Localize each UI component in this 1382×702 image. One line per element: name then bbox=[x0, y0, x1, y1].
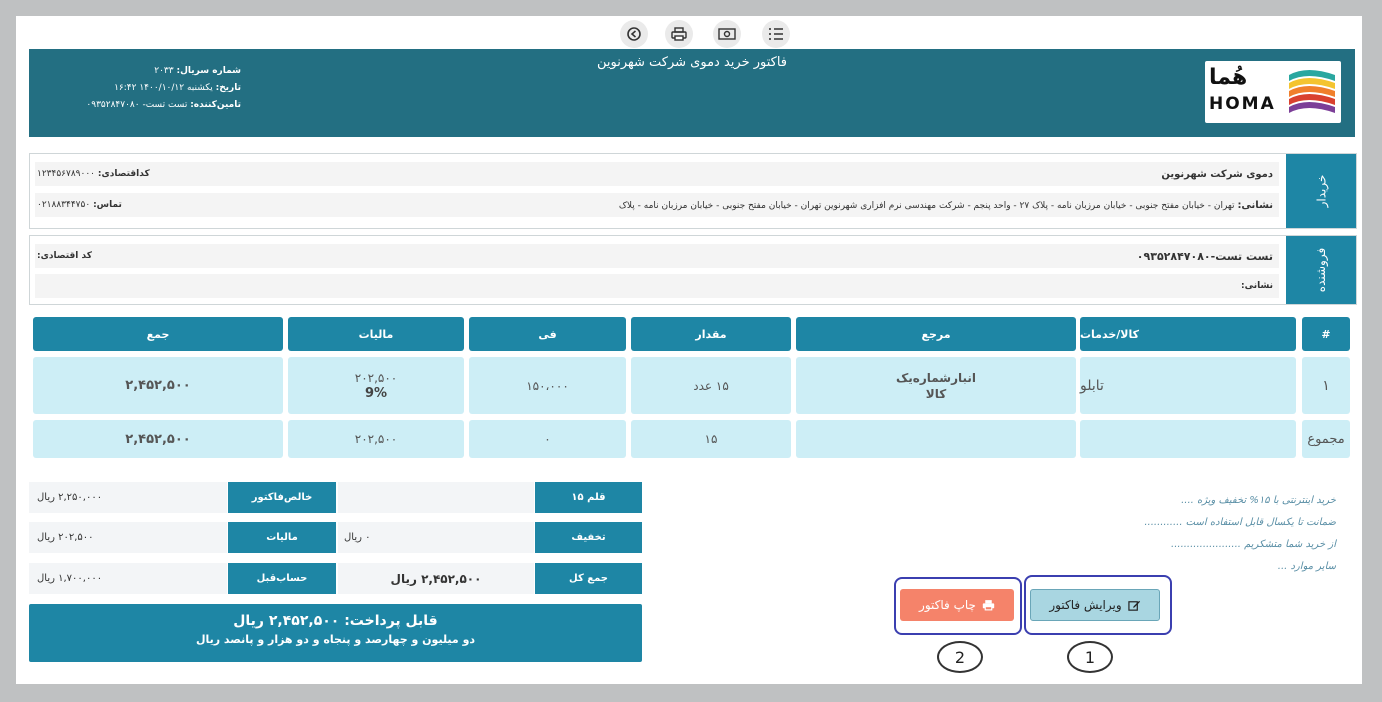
prev-value: ۱,۷۰۰,۰۰۰ ریال bbox=[29, 563, 227, 594]
buyer-econ-code-value: ۱۲۳۴۵۶۷۸۹۰۰۰ bbox=[37, 169, 96, 179]
print-icon bbox=[982, 600, 995, 611]
col-ref-header: مرجع bbox=[796, 317, 1076, 351]
print-invoice-label: چاپ فاکتور bbox=[919, 598, 976, 612]
col-price-header: فی bbox=[469, 317, 626, 351]
seller-side-text: فروشنده bbox=[1313, 247, 1328, 293]
serial-value: ۲۰۳۳ bbox=[154, 66, 174, 76]
company-logo: هُما HOMA bbox=[1205, 61, 1341, 123]
seller-side-label: فروشنده bbox=[1286, 236, 1356, 304]
row-price: ۱۵۰،۰۰۰ bbox=[469, 357, 626, 414]
print-toolbar-button[interactable] bbox=[665, 20, 693, 48]
logo-text-fa: هُما bbox=[1209, 65, 1248, 90]
invoice-meta: شماره سریال: ۲۰۳۳ تاریخ: یکشنبه ۱۴۰۰/۱۰/… bbox=[41, 63, 241, 114]
tax-label: مالیات bbox=[228, 522, 336, 553]
date-label: تاریخ: bbox=[215, 83, 241, 93]
seller-name: تست تست-۰۹۳۵۲۸۴۷۰۸۰ bbox=[1136, 249, 1273, 263]
row-qty: ۱۵ عدد bbox=[631, 357, 791, 414]
row-ref: انبارشماره‌یک کالا bbox=[796, 357, 1076, 414]
buyer-econ-code: کداقتصادی: ۱۲۳۴۵۶۷۸۹۰۰۰ bbox=[37, 169, 150, 179]
col-item-header: کالا/خدمات bbox=[1080, 317, 1296, 351]
list-icon bbox=[769, 28, 783, 40]
sum-price: ۰ bbox=[469, 420, 626, 458]
logo-text-en: HOMA bbox=[1209, 94, 1276, 114]
back-button[interactable] bbox=[620, 20, 648, 48]
buyer-address-label: نشانی: bbox=[1237, 199, 1273, 211]
col-tax-header: مالیات bbox=[288, 317, 464, 351]
date-value: یکشنبه ۱۴۰۰/۱۰/۱۲ ۱۶:۴۲ bbox=[114, 83, 213, 93]
col-num-header: # bbox=[1302, 317, 1350, 351]
sum-item-empty bbox=[1080, 420, 1296, 458]
net-value: ۲,۲۵۰,۰۰۰ ریال bbox=[29, 482, 227, 513]
discount-value: ۰ ریال bbox=[338, 522, 534, 553]
callout-1: 1 bbox=[1067, 641, 1113, 673]
col-total-header: جمع bbox=[33, 317, 283, 351]
payable-box: قابل پرداخت: ۲,۴۵۲,۵۰۰ ریال دو میلیون و … bbox=[29, 604, 642, 662]
print-icon bbox=[671, 27, 687, 41]
supplier-value: تست تست- ۰۹۳۵۲۸۴۷۰۸۰ bbox=[86, 100, 188, 110]
seller-econ-code-label: کد اقتصادی: bbox=[37, 251, 92, 261]
payment-button[interactable] bbox=[713, 20, 741, 48]
logo-wave-icon bbox=[1289, 70, 1335, 113]
buyer-phone-value: ۰۲۱۸۸۳۴۴۷۵۰ bbox=[37, 200, 91, 210]
print-invoice-button[interactable]: چاپ فاکتور bbox=[900, 589, 1014, 621]
row-item-text: تابلو bbox=[1080, 377, 1104, 394]
row-tax-percent: 9% bbox=[364, 385, 388, 401]
sum-total: ۲,۴۵۲,۵۰۰ bbox=[33, 420, 283, 458]
serial-label: شماره سریال: bbox=[176, 66, 241, 76]
row-num: ۱ bbox=[1302, 357, 1350, 414]
seller-row-1: تست تست-۰۹۳۵۲۸۴۷۰۸۰ کد اقتصادی: bbox=[35, 244, 1279, 268]
col-qty-header: مقدار bbox=[631, 317, 791, 351]
items-count: ۱۵ قلم bbox=[535, 482, 642, 513]
prev-label: حساب‌قبل bbox=[228, 563, 336, 594]
buyer-name: دموی شرکت شهرنوین bbox=[1161, 168, 1273, 180]
buyer-address: نشانی: تهران - خیابان مفتح جنوبی - خیابا… bbox=[619, 200, 1273, 211]
payable-words: دو میلیون و چهارصد و پنجاه و دو هزار و پ… bbox=[195, 633, 476, 646]
supplier-label: تامین‌کننده: bbox=[190, 100, 241, 110]
discount-label: تخفیف bbox=[535, 522, 642, 553]
buyer-row-2: نشانی: تهران - خیابان مفتح جنوبی - خیابا… bbox=[35, 193, 1279, 217]
grand-value: ۲,۴۵۲,۵۰۰ ریال bbox=[338, 563, 534, 594]
note-item: سایر موارد ... bbox=[1277, 561, 1336, 572]
row-tax-amount: ۲۰۲,۵۰۰ bbox=[354, 370, 398, 385]
payable-amount: قابل پرداخت: ۲,۴۵۲,۵۰۰ ریال bbox=[233, 613, 438, 629]
note-item: از خرید شما متشکریم ....................… bbox=[1171, 539, 1336, 550]
sum-label: مجموع bbox=[1302, 420, 1350, 458]
edit-invoice-label: ویرایش فاکتور bbox=[1049, 598, 1122, 612]
money-icon bbox=[718, 28, 736, 40]
note-item: خرید اینترنتی با ۱۵% تخفیف ویژه .... bbox=[1181, 495, 1336, 506]
buyer-address-value: تهران - خیابان مفتح جنوبی - خیابان مرزبا… bbox=[618, 200, 1235, 211]
seller-box: فروشنده تست تست-۰۹۳۵۲۸۴۷۰۸۰ کد اقتصادی: … bbox=[29, 235, 1357, 305]
buyer-econ-code-label: کداقتصادی: bbox=[97, 169, 150, 179]
invoice-header: فاکتور خرید دموی شرکت شهرنوین شماره سریا… bbox=[29, 49, 1355, 137]
invoice-page: فاکتور خرید دموی شرکت شهرنوین شماره سریا… bbox=[16, 16, 1362, 684]
sum-qty: ۱۵ bbox=[631, 420, 791, 458]
buyer-box: خریدار دموی شرکت شهرنوین کداقتصادی: ۱۲۳۴… bbox=[29, 153, 1357, 229]
callout-2: 2 bbox=[937, 641, 983, 673]
row-ref-warehouse: انبارشماره‌یک bbox=[895, 370, 977, 385]
buyer-row-1: دموی شرکت شهرنوین کداقتصادی: ۱۲۳۴۵۶۷۸۹۰۰… bbox=[35, 162, 1279, 186]
buyer-phone: تماس: ۰۲۱۸۸۳۴۴۷۵۰ bbox=[37, 200, 122, 210]
grand-label: جمع کل bbox=[535, 563, 642, 594]
seller-row-2: نشانی: bbox=[35, 274, 1279, 298]
edit-icon bbox=[1127, 600, 1140, 611]
net-label: خالص‌فاکتور bbox=[228, 482, 336, 513]
invoice-notes: خرید اینترنتی با ۱۵% تخفیف ویژه .... ضما… bbox=[716, 490, 1336, 578]
sum-tax: ۲۰۲,۵۰۰ bbox=[288, 420, 464, 458]
sum-ref-empty bbox=[796, 420, 1076, 458]
items-count-empty bbox=[338, 482, 534, 513]
row-total: ۲,۴۵۲,۵۰۰ bbox=[33, 357, 283, 414]
back-icon bbox=[627, 27, 641, 41]
col-item-header-text: کالا/خدمات bbox=[1080, 327, 1140, 341]
note-item: ضمانت تا یکسال قابل استفاده است ........… bbox=[1144, 517, 1336, 528]
edit-invoice-button[interactable]: ویرایش فاکتور bbox=[1030, 589, 1160, 621]
buyer-side-text: خریدار bbox=[1314, 174, 1328, 208]
row-item: تابلو bbox=[1080, 357, 1296, 414]
row-ref-type: کالا bbox=[925, 386, 947, 401]
buyer-side-label: خریدار bbox=[1286, 154, 1356, 228]
tax-value: ۲۰۲,۵۰۰ ریال bbox=[29, 522, 227, 553]
row-tax: ۲۰۲,۵۰۰ 9% bbox=[288, 357, 464, 414]
list-button[interactable] bbox=[762, 20, 790, 48]
buyer-phone-label: تماس: bbox=[93, 200, 122, 210]
seller-address-label: نشانی: bbox=[1240, 281, 1273, 291]
